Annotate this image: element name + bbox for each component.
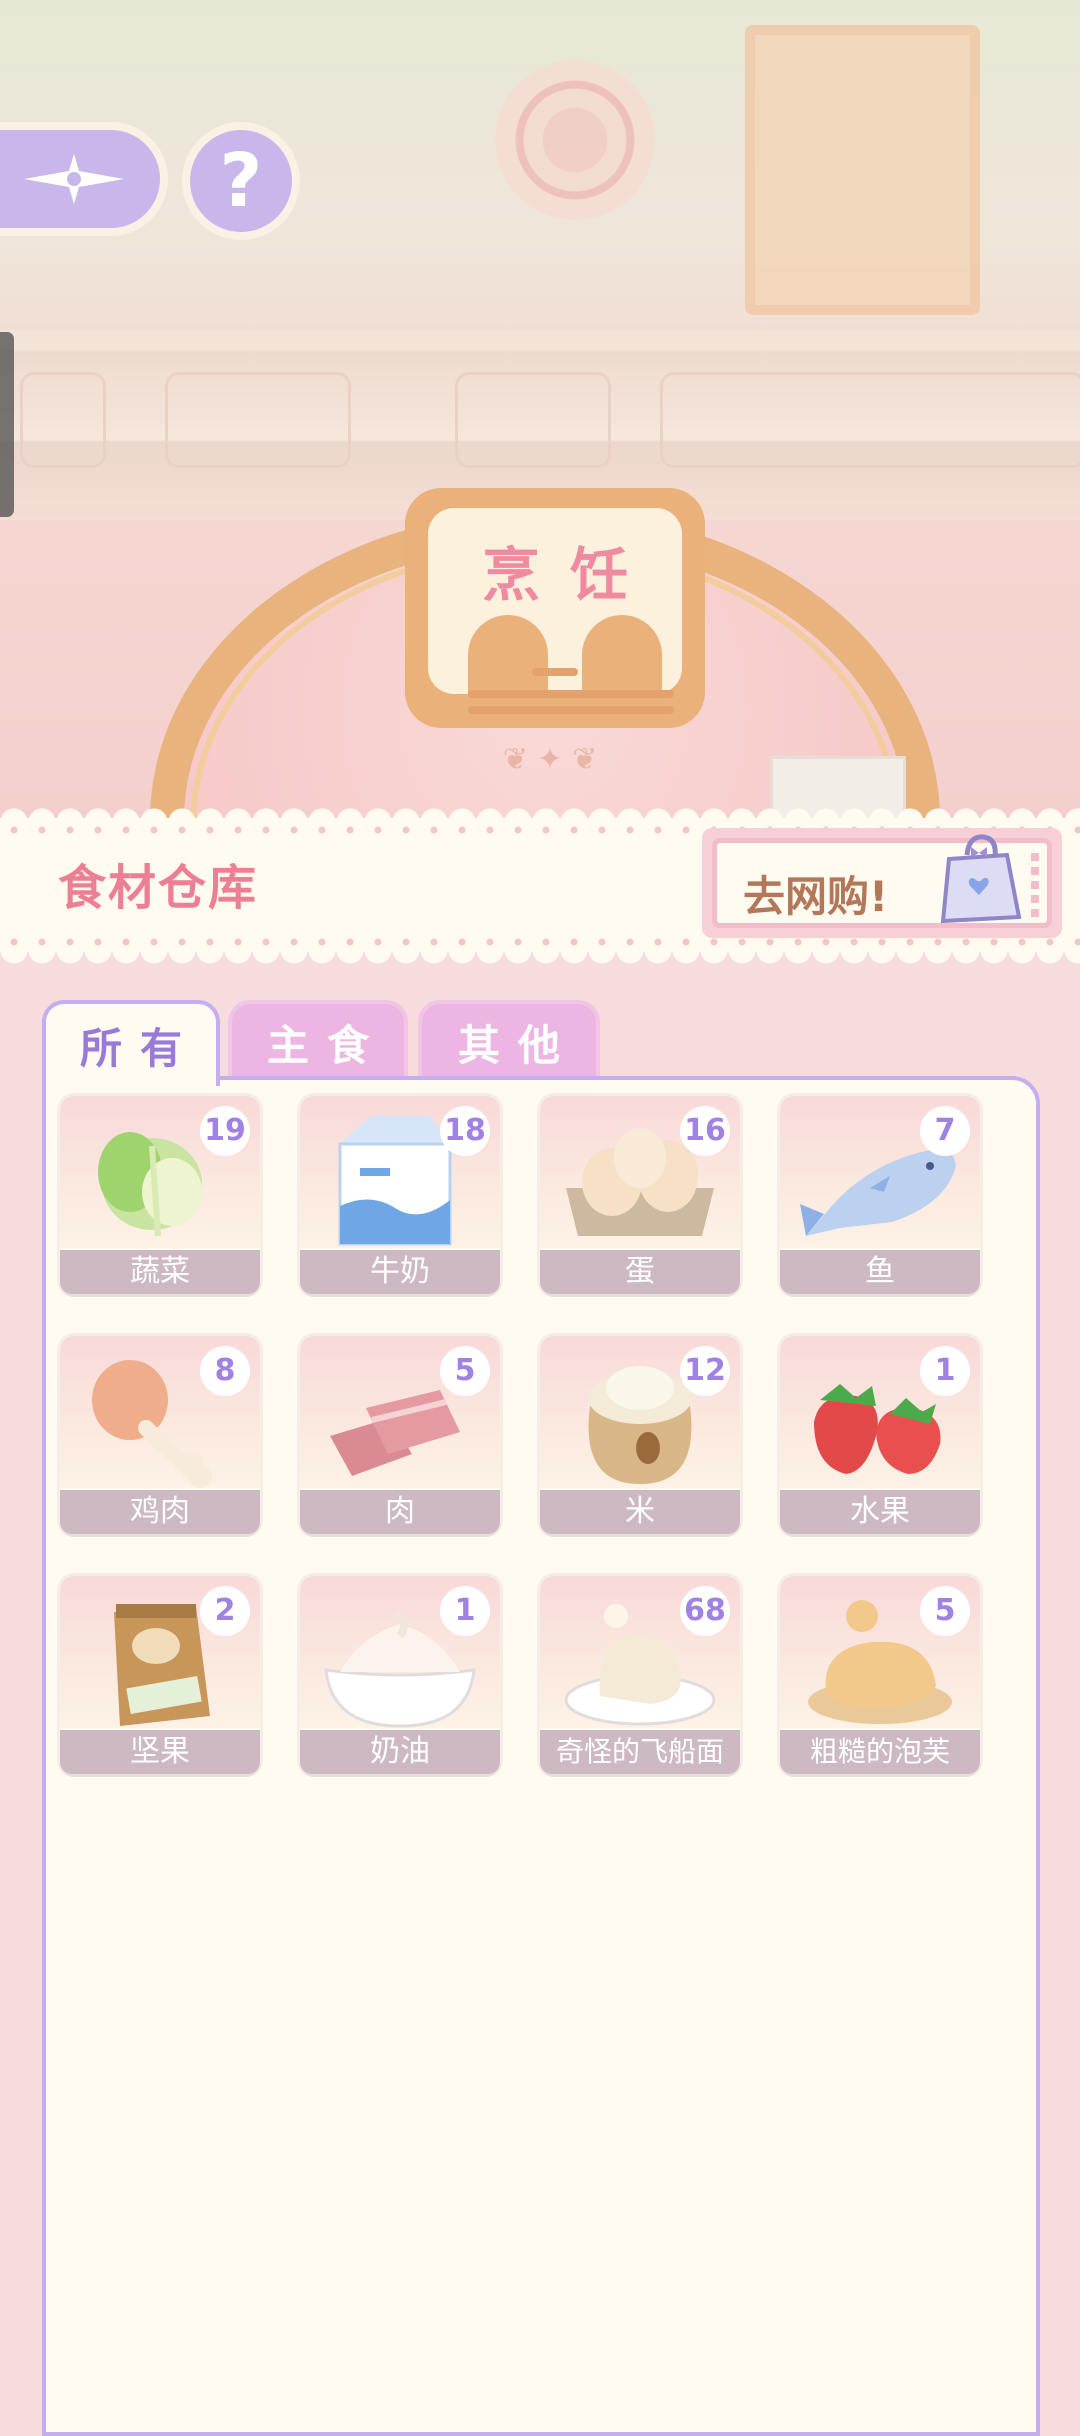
online-shop-button[interactable]: 去网购! [702,828,1062,938]
shopping-bag-icon [940,834,1022,924]
item-name: 坚果 [60,1730,260,1774]
back-button[interactable] [0,122,168,236]
ingredient-card-meat[interactable]: 5 肉 [300,1336,500,1534]
ingredient-card-fruit[interactable]: 1 水果 [780,1336,980,1534]
compass-star-icon [24,154,124,204]
item-count: 18 [440,1106,490,1156]
ingredient-card-vegetable[interactable]: 19 蔬菜 [60,1096,260,1294]
ingredient-card-nuts[interactable]: 2 坚果 [60,1576,260,1774]
ingredient-card-strange-noodle[interactable]: 68 奇怪的飞船面 [540,1576,740,1774]
item-count: 5 [440,1346,490,1396]
tab-staple[interactable]: 主食 [228,1000,408,1080]
cooking-sign-title: 烹饪 [481,541,658,609]
item-name: 粗糙的泡芙 [780,1730,980,1774]
item-count: 1 [920,1346,970,1396]
item-name: 鸡肉 [60,1490,260,1534]
ingredient-card-fish[interactable]: 7 鱼 [780,1096,980,1294]
ornament-flourish: ❦ ✦ ❦ [502,742,598,777]
ingredient-card-rice[interactable]: 12 米 [540,1336,740,1534]
ingredient-card-cream-puff[interactable]: 5 粗糙的泡芙 [780,1576,980,1774]
ingredient-card-cream[interactable]: 1 奶油 [300,1576,500,1774]
item-count: 19 [200,1106,250,1156]
item-count: 16 [680,1106,730,1156]
item-name: 肉 [300,1490,500,1534]
item-name: 鱼 [780,1250,980,1294]
item-name: 米 [540,1490,740,1534]
item-name: 蛋 [540,1250,740,1294]
tab-all[interactable]: 所有 [42,1000,220,1086]
ingredient-card-egg[interactable]: 16 蛋 [540,1096,740,1294]
tab-other[interactable]: 其他 [418,1000,600,1080]
warehouse-title: 食材仓库 [58,860,259,916]
item-count: 12 [680,1346,730,1396]
item-count: 5 [920,1586,970,1636]
item-count: 7 [920,1106,970,1156]
kitchen-scene-background: 烹饪 ❦ ✦ ❦ [0,0,1080,820]
wall-picture-frame [745,25,980,315]
item-name: 奶油 [300,1730,500,1774]
help-button[interactable]: ? [182,122,300,240]
wall-rosette [495,60,655,220]
item-name: 蔬菜 [60,1250,260,1294]
item-count: 2 [200,1586,250,1636]
item-count: 8 [200,1346,250,1396]
online-shop-label: 去网购! [743,872,889,921]
item-name: 水果 [780,1490,980,1534]
ingredient-card-milk[interactable]: 18 牛奶 [300,1096,500,1294]
ingredient-card-chicken[interactable]: 8 鸡肉 [60,1336,260,1534]
item-name: 奇怪的飞船面 [540,1730,740,1774]
item-count: 1 [440,1586,490,1636]
item-count: 68 [680,1586,730,1636]
side-handle[interactable] [0,332,14,517]
item-name: 牛奶 [300,1250,500,1294]
